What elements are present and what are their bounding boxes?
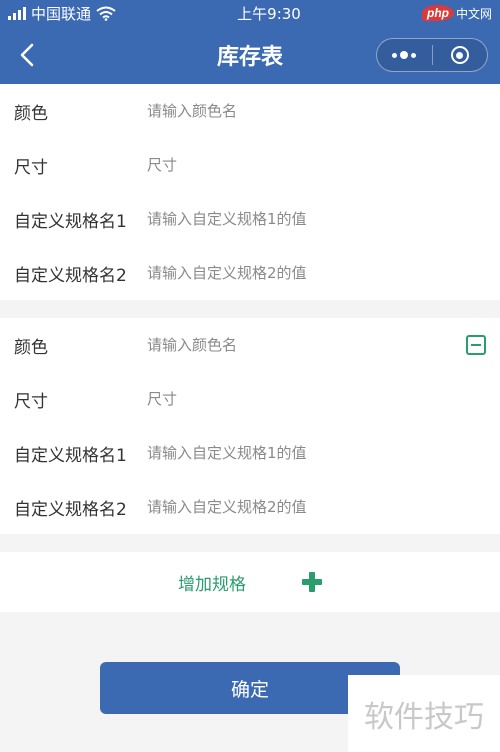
carrier-name: 中国联通 bbox=[31, 4, 92, 23]
spec-row-size: 尺寸 bbox=[0, 138, 500, 192]
row-label: 自定义规格名1 bbox=[14, 211, 127, 232]
row-label: 颜色 bbox=[14, 337, 48, 358]
row-label: 自定义规格名2 bbox=[14, 265, 127, 286]
status-bar: 中国联通 上午9:30 php 中文网 bbox=[0, 0, 500, 26]
row-label: 颜色 bbox=[14, 103, 48, 124]
php-logo: php bbox=[421, 5, 454, 21]
wifi-icon bbox=[96, 6, 116, 21]
more-dots-icon bbox=[392, 51, 417, 59]
site-logo: php 中文网 bbox=[421, 5, 492, 22]
row-label: 自定义规格名2 bbox=[14, 499, 127, 520]
spec-row-custom-1: 自定义规格名1 bbox=[0, 192, 500, 246]
custom-spec-1-input[interactable] bbox=[147, 444, 437, 462]
add-spec-button[interactable]: 增加规格 bbox=[0, 552, 500, 612]
spec-row-custom-2: 自定义规格名2 bbox=[0, 480, 500, 534]
row-label: 尺寸 bbox=[14, 391, 48, 412]
spec-group-2: 颜色 尺寸 自定义规格名1 自定义规格名2 bbox=[0, 318, 500, 534]
target-close-icon bbox=[450, 46, 469, 64]
row-label: 自定义规格名1 bbox=[14, 445, 127, 466]
spec-row-custom-2: 自定义规格名2 bbox=[0, 246, 500, 300]
status-left: 中国联通 bbox=[8, 3, 116, 24]
remove-group-button[interactable] bbox=[466, 335, 486, 355]
spec-group-1: 颜色 尺寸 自定义规格名1 自定义规格名2 bbox=[0, 84, 500, 300]
logo-site-text: 中文网 bbox=[455, 6, 492, 21]
custom-spec-2-input[interactable] bbox=[147, 498, 437, 516]
spec-row-size: 尺寸 bbox=[0, 372, 500, 426]
custom-spec-2-input[interactable] bbox=[147, 264, 437, 282]
back-button[interactable] bbox=[12, 40, 42, 70]
watermark: 软件技巧 bbox=[348, 675, 500, 752]
size-input[interactable] bbox=[147, 156, 437, 174]
mini-program-capsule bbox=[376, 38, 488, 72]
close-button[interactable] bbox=[433, 39, 488, 71]
signal-icon bbox=[8, 6, 26, 20]
chevron-left-icon bbox=[20, 43, 34, 67]
status-time: 上午9:30 bbox=[237, 4, 301, 23]
add-spec-label: 增加规格 bbox=[178, 574, 246, 595]
spec-row-color: 颜色 bbox=[0, 84, 500, 138]
plus-icon bbox=[302, 572, 322, 592]
row-label: 尺寸 bbox=[14, 157, 48, 178]
size-input[interactable] bbox=[147, 390, 437, 408]
nav-bar: 库存表 bbox=[0, 26, 500, 84]
more-button[interactable] bbox=[377, 39, 432, 71]
custom-spec-1-input[interactable] bbox=[147, 210, 437, 228]
minus-icon bbox=[471, 344, 481, 346]
spec-row-custom-1: 自定义规格名1 bbox=[0, 426, 500, 480]
color-input[interactable] bbox=[147, 336, 437, 354]
color-input[interactable] bbox=[147, 102, 437, 120]
spec-row-color: 颜色 bbox=[0, 318, 500, 372]
